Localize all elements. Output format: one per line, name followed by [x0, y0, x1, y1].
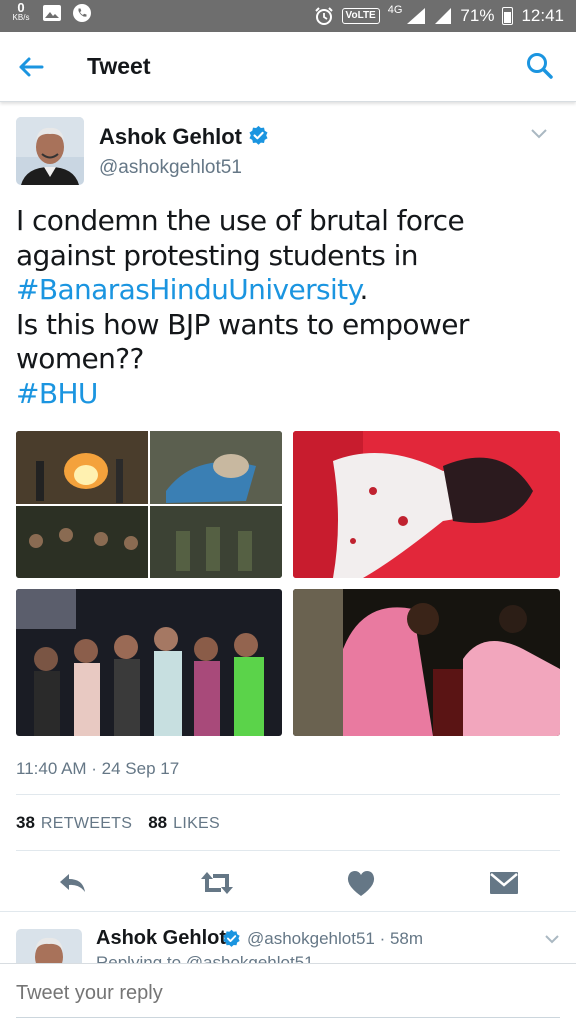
retweet-count[interactable]: 38: [16, 813, 35, 833]
tweet-actions: [0, 860, 576, 904]
signal-icon: [407, 8, 426, 24]
app-bar: Tweet: [0, 32, 576, 102]
like-label[interactable]: LIKES: [173, 815, 220, 833]
replying-to-text: Replying to @ashokgehlot51: [96, 955, 314, 963]
clock: 12:41: [521, 6, 564, 25]
page-title: Tweet: [87, 53, 151, 79]
tweet-text-line: against protesting students in: [16, 238, 419, 272]
verified-badge-icon: [223, 929, 240, 947]
tweet-text-line: #BHU: [16, 377, 564, 412]
reply-author-name[interactable]: Ashok Gehlot: [96, 927, 226, 950]
tweet-photo-1[interactable]: [16, 431, 282, 578]
tweet-photo-4[interactable]: [293, 589, 560, 736]
tweet-stats: 38 RETWEETS 88 LIKES: [16, 813, 236, 833]
tweet-timestamp: 11:40 AM · 24 Sep 17: [16, 759, 180, 778]
tweet-photo-2[interactable]: [293, 431, 560, 578]
gallery-notification-icon: [43, 5, 61, 21]
chevron-down-icon[interactable]: [530, 128, 548, 140]
battery-icon: [502, 7, 514, 25]
direct-message-icon[interactable]: [488, 868, 520, 898]
reply-input[interactable]: [16, 982, 281, 1005]
hashtag-link[interactable]: #BHU: [16, 377, 98, 410]
tweet-text-punctuation: .: [359, 273, 369, 306]
phone-notification-icon: [73, 4, 91, 22]
author-handle[interactable]: @ashokgehlot51: [99, 157, 242, 179]
retweet-icon[interactable]: [199, 868, 235, 898]
battery-percent: 71%: [460, 6, 495, 25]
divider: [0, 911, 576, 912]
network-type: 4G: [387, 4, 403, 16]
tweet-text-line: I condemn the use of brutal force: [16, 204, 465, 237]
reply-author-handle[interactable]: @ashokgehlot51 · 58m: [247, 929, 423, 949]
tweet-text: I condemn the use of brutal force agains…: [16, 204, 564, 411]
hashtag-link[interactable]: #BanarasHinduUniversity: [16, 273, 360, 306]
tweet-photo-3[interactable]: [16, 589, 282, 736]
search-icon[interactable]: [524, 50, 556, 82]
author-name[interactable]: Ashok Gehlot: [99, 124, 242, 150]
like-count[interactable]: 88: [148, 813, 167, 833]
divider: [16, 794, 560, 795]
volte-badge: VoLTE: [341, 8, 380, 24]
network-speed-value: 0: [17, 0, 25, 15]
reply-age: · 58m: [379, 929, 424, 948]
replying-to: Replying to @ashokgehlot51: [96, 955, 314, 963]
status-bar: 0 KB/s VoLTE 4G 71% 12:41: [0, 0, 576, 32]
author-avatar[interactable]: [16, 117, 84, 185]
tweet-text-line: Is this how BJP wants to empower: [16, 307, 469, 341]
retweet-label[interactable]: RETWEETS: [41, 815, 132, 833]
back-arrow-icon[interactable]: [14, 50, 48, 84]
tweet-text-line: women??: [16, 342, 144, 375]
network-speed: 0 KB/s: [10, 0, 32, 23]
chevron-down-icon[interactable]: [544, 934, 560, 945]
heart-icon[interactable]: [345, 868, 377, 898]
signal-2-icon: [435, 8, 452, 24]
divider: [16, 850, 560, 851]
reply-icon[interactable]: [57, 868, 89, 898]
reply-input-underline: [16, 1017, 560, 1018]
reply-handle-text: @ashokgehlot51: [247, 929, 375, 948]
verified-badge-icon: [249, 125, 268, 145]
tweet-text-line: #BanarasHinduUniversity.: [16, 273, 564, 308]
alarm-icon: [314, 7, 333, 25]
reply-compose-bar: [0, 963, 576, 1024]
reply-author-avatar[interactable]: [16, 929, 82, 963]
network-speed-unit: KB/s: [12, 13, 30, 22]
